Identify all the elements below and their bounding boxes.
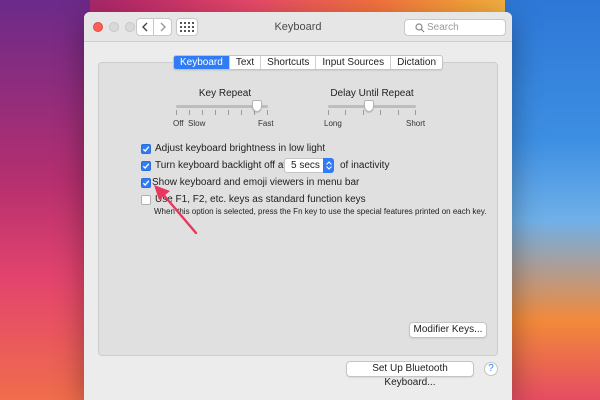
checkbox-backlight-off[interactable]: [141, 161, 151, 171]
tab-dictation[interactable]: Dictation: [391, 56, 442, 69]
tab-shortcuts[interactable]: Shortcuts: [261, 56, 317, 69]
adjust-brightness-label: Adjust keyboard brightness in low light: [155, 143, 326, 154]
backlight-timeout-value: 5 secs: [291, 160, 320, 171]
backlight-timeout-select[interactable]: 5 secs: [284, 158, 334, 173]
checkmark-icon: [142, 146, 150, 153]
chevron-left-icon: [142, 22, 148, 32]
chevron-right-icon: [160, 22, 166, 32]
key-repeat-title: Key Repeat: [198, 88, 252, 99]
key-repeat-fast-label: Fast: [258, 119, 274, 128]
navigation-buttons: [136, 18, 172, 36]
checkbox-adjust-brightness[interactable]: [141, 144, 151, 154]
tab-bar: Keyboard Text Shortcuts Input Sources Di…: [173, 55, 444, 70]
search-placeholder: Search: [427, 22, 459, 33]
delay-short-label: Short: [406, 119, 426, 128]
key-repeat-slider-thumb[interactable]: [251, 100, 262, 112]
grid-icon: [180, 22, 182, 24]
chevron-up-icon: [325, 161, 332, 165]
back-button[interactable]: [136, 18, 154, 36]
search-field[interactable]: Search: [404, 19, 506, 36]
tab-input-sources[interactable]: Input Sources: [316, 56, 392, 69]
modifier-keys-button[interactable]: Modifier Keys...: [409, 322, 487, 338]
help-button[interactable]: ?: [484, 362, 498, 376]
inactivity-suffix-label: of inactivity: [340, 160, 390, 171]
select-stepper: [323, 158, 334, 173]
annotation-arrow-icon: [154, 185, 198, 235]
tab-keyboard[interactable]: Keyboard: [174, 56, 230, 69]
backlight-off-label: Turn keyboard backlight off after: [155, 160, 298, 171]
titlebar: Keyboard Search: [84, 12, 512, 42]
setup-bluetooth-keyboard-button[interactable]: Set Up Bluetooth Keyboard...: [346, 361, 474, 388]
desktop-wallpaper-right: [505, 0, 600, 400]
chevron-down-icon: [325, 166, 332, 170]
search-icon: [415, 23, 425, 33]
desktop-wallpaper-left: [0, 0, 90, 400]
show-all-grid-button[interactable]: [176, 18, 198, 36]
delay-until-repeat-title: Delay Until Repeat: [330, 88, 414, 99]
key-repeat-slow-label: Slow: [188, 119, 206, 128]
checkmark-icon: [142, 163, 150, 170]
tab-text[interactable]: Text: [230, 56, 262, 69]
forward-button[interactable]: [154, 18, 172, 36]
key-repeat-off-label: Off: [173, 119, 184, 128]
delay-long-label: Long: [324, 119, 342, 128]
